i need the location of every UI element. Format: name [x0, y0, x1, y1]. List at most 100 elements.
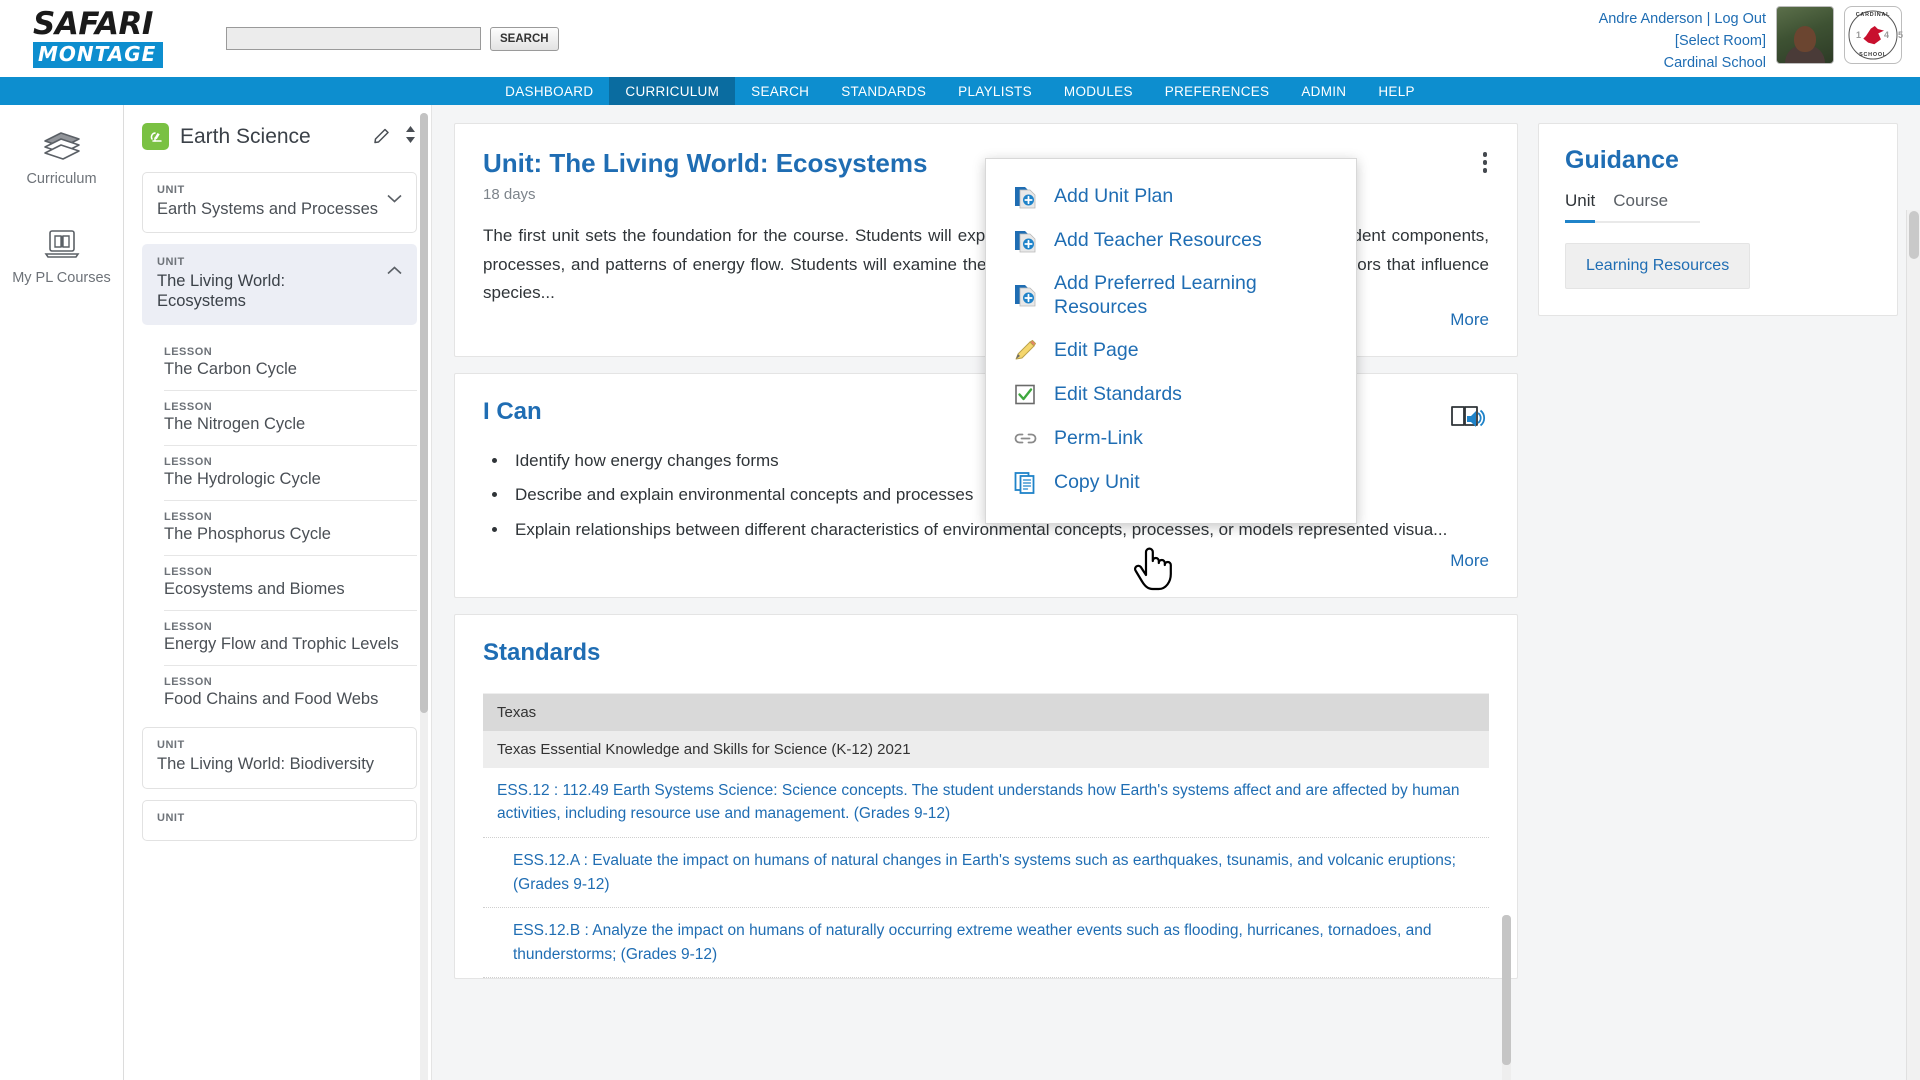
course-tree-header: Earth Science	[142, 123, 417, 150]
menu-label: Copy Unit	[1054, 470, 1140, 493]
user-links: Andre Anderson | Log Out [Select Room] C…	[1599, 6, 1766, 74]
standards-row[interactable]: ESS.12.A : Evaluate the impact on humans…	[483, 838, 1489, 909]
lesson-item[interactable]: LESSON The Hydrologic Cycle	[164, 446, 417, 502]
nav-modules[interactable]: MODULES	[1048, 77, 1149, 105]
standards-table: Texas Texas Essential Knowledge and Skil…	[483, 692, 1489, 979]
nav-standards[interactable]: STANDARDS	[825, 77, 942, 105]
standards-state-header: Texas	[483, 693, 1489, 731]
copy-icon	[1012, 470, 1038, 496]
lesson-list: LESSON The Carbon Cycle LESSON The Nitro…	[142, 336, 417, 720]
guidance-tab-course[interactable]: Course	[1613, 191, 1668, 223]
tree-actions	[373, 124, 417, 150]
lesson-name: The Carbon Cycle	[164, 360, 297, 379]
checkbox-icon	[1012, 382, 1038, 408]
add-page-icon	[1012, 228, 1038, 254]
chevron-up-icon[interactable]	[379, 256, 402, 280]
lesson-kicker: LESSON	[164, 511, 213, 524]
chevron-down-icon[interactable]	[379, 184, 402, 208]
menu-item-copy-unit[interactable]: Copy Unit	[986, 461, 1356, 505]
standards-row[interactable]: ESS.12 : 112.49 Earth Systems Science: S…	[483, 768, 1489, 838]
lesson-item[interactable]: LESSON Ecosystems and Biomes	[164, 556, 417, 612]
avatar[interactable]	[1776, 6, 1834, 64]
nav-preferences[interactable]: PREFERENCES	[1149, 77, 1286, 105]
reorder-icon[interactable]	[404, 124, 417, 150]
i-can-more-link[interactable]: More	[483, 551, 1489, 571]
school-badge-bottom-text: SCHOOL	[1859, 52, 1887, 58]
course-tree-panel: Earth Science UNIT Earth Systems and Pro…	[124, 105, 432, 1080]
read-aloud-icon[interactable]	[1449, 401, 1491, 438]
unit-card-living-world-ecosystems[interactable]: UNIT The Living World: Ecosystems	[142, 244, 417, 326]
books-icon	[40, 125, 84, 165]
menu-item-edit-standards[interactable]: Edit Standards	[986, 373, 1356, 417]
app-logo[interactable]: SAFARI MONTAGE	[33, 9, 183, 68]
menu-label: Edit Standards	[1054, 382, 1182, 405]
unit-name: The Living World: Ecosystems	[157, 272, 286, 311]
nav-playlists[interactable]: PLAYLISTS	[942, 77, 1048, 105]
school-link[interactable]: Cardinal School	[1664, 55, 1766, 71]
lesson-name: Ecosystems and Biomes	[164, 580, 345, 599]
standards-set-header: Texas Essential Knowledge and Skills for…	[483, 730, 1489, 768]
lesson-kicker: LESSON	[164, 676, 213, 689]
menu-item-add-unit-plan[interactable]: Add Unit Plan	[986, 175, 1356, 219]
side-column: Guidance Unit Course Learning Resources	[1538, 123, 1898, 995]
user-name-link[interactable]: Andre Anderson	[1599, 11, 1703, 27]
menu-item-add-teacher-resources[interactable]: Add Teacher Resources	[986, 219, 1356, 263]
standards-scroll-thumb[interactable]	[1502, 914, 1511, 1065]
lesson-item[interactable]: LESSON Energy Flow and Trophic Levels	[164, 611, 417, 667]
nav-dashboard[interactable]: DASHBOARD	[489, 77, 609, 105]
rail-item-my-pl-courses[interactable]: My PL Courses	[0, 224, 123, 287]
lesson-name: The Phosphorus Cycle	[164, 525, 331, 544]
unit-kicker: UNIT	[157, 811, 185, 824]
select-room-link[interactable]: [Select Room]	[1675, 33, 1766, 49]
nav-help[interactable]: HELP	[1362, 77, 1430, 105]
link-icon	[1012, 426, 1038, 452]
school-badge-ring: 1845 CARDINAL SCHOOL	[1847, 9, 1903, 61]
lesson-item[interactable]: LESSON The Phosphorus Cycle	[164, 501, 417, 557]
logout-link[interactable]: Log Out	[1714, 11, 1766, 27]
logo-montage-text: MONTAGE	[38, 42, 157, 66]
microscope-icon	[142, 123, 169, 150]
tree-scroll-thumb[interactable]	[420, 113, 428, 713]
subject-title: Earth Science	[180, 124, 311, 148]
lesson-item[interactable]: LESSON The Nitrogen Cycle	[164, 391, 417, 447]
unit-options-menu-button[interactable]	[1479, 148, 1492, 177]
main-navigation: DASHBOARD CURRICULUM SEARCH STANDARDS PL…	[0, 77, 1920, 105]
menu-item-add-preferred-learning-resources[interactable]: Add Preferred Learning Resources	[986, 263, 1356, 329]
tree-scrollbar[interactable]	[420, 113, 428, 1080]
rail-item-curriculum[interactable]: Curriculum	[0, 125, 123, 188]
unit-card-next[interactable]: UNIT	[142, 799, 417, 841]
standards-title: Standards	[483, 638, 601, 666]
rail-label-my-pl-courses: My PL Courses	[12, 269, 111, 286]
learning-resources-button[interactable]: Learning Resources	[1565, 243, 1751, 289]
menu-label: Add Teacher Resources	[1054, 229, 1262, 252]
standards-scrollbar[interactable]	[1502, 914, 1511, 1080]
unit-card-living-world-biodiversity[interactable]: UNIT The Living World: Biodiversity	[142, 727, 417, 789]
lesson-item[interactable]: LESSON The Carbon Cycle	[164, 336, 417, 392]
menu-item-edit-page[interactable]: Edit Page	[986, 329, 1356, 373]
nav-search[interactable]: SEARCH	[735, 77, 825, 105]
unit-name: Earth Systems and Processes	[157, 200, 379, 218]
guidance-tab-unit[interactable]: Unit	[1565, 191, 1596, 223]
unit-card-earth-systems[interactable]: UNIT Earth Systems and Processes	[142, 172, 417, 234]
school-badge-top-text: CARDINAL	[1855, 12, 1891, 18]
standards-row[interactable]: ESS.12.B : Analyze the impact on humans …	[483, 908, 1489, 979]
search-input[interactable]	[226, 27, 481, 50]
lesson-name: The Nitrogen Cycle	[164, 415, 306, 434]
unit-kicker: UNIT	[157, 256, 185, 269]
edit-pencil-icon[interactable]	[373, 125, 392, 149]
guidance-card: Guidance Unit Course Learning Resources	[1538, 123, 1898, 316]
page-scrollbar[interactable]: ▲ ▼	[1906, 210, 1920, 1080]
page-body: Curriculum My PL Courses Earth Science U…	[0, 105, 1920, 1080]
lesson-item[interactable]: LESSON Food Chains and Food Webs	[164, 666, 417, 720]
menu-item-perm-link[interactable]: Perm-Link	[986, 417, 1356, 461]
add-page-icon	[1012, 283, 1038, 309]
page-scroll-thumb[interactable]	[1909, 211, 1919, 259]
lesson-kicker: LESSON	[164, 566, 213, 579]
search-button[interactable]: SEARCH	[490, 26, 559, 51]
nav-curriculum[interactable]: CURRICULUM	[609, 77, 736, 105]
icon-rail: Curriculum My PL Courses	[0, 105, 124, 1080]
lesson-name: Food Chains and Food Webs	[164, 690, 379, 709]
nav-admin[interactable]: ADMIN	[1285, 77, 1362, 105]
user-line-3: Cardinal School	[1599, 52, 1766, 74]
menu-label: Perm-Link	[1054, 426, 1143, 449]
